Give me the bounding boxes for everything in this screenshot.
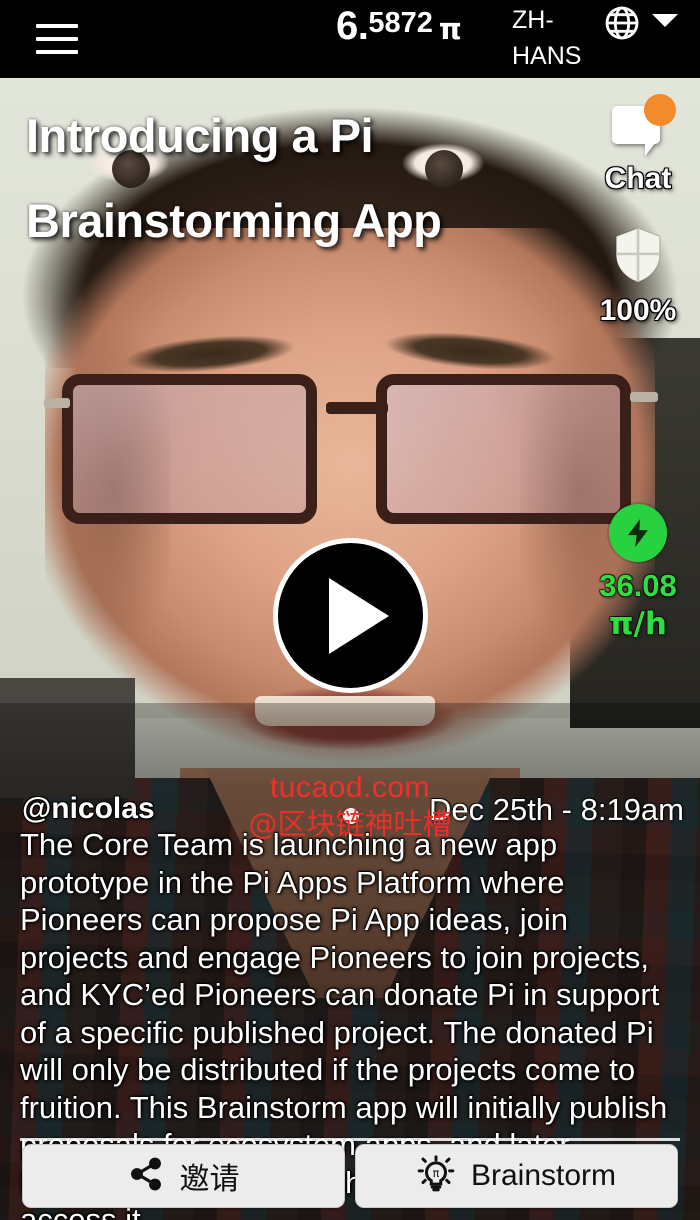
language-label[interactable]: ZH-HANS (512, 2, 598, 74)
hamburger-line (36, 24, 78, 28)
action-bar-divider (20, 1138, 680, 1141)
pi-balance[interactable]: 6. 5872 π (336, 4, 462, 48)
action-bar: 邀请 π Brainstorm (0, 1144, 700, 1212)
chat-unread-badge (644, 94, 676, 126)
top-bar: 6. 5872 π ZH-HANS (0, 0, 700, 78)
chevron-down-icon[interactable] (652, 14, 678, 27)
right-action-rail: Chat 100% 36.08 π/h (576, 78, 700, 642)
brainstorm-button-label: Brainstorm (470, 1159, 617, 1192)
balance-fraction: 5872 (368, 7, 433, 39)
pi-symbol: π (438, 12, 462, 46)
security-percentage: 100% (599, 294, 677, 327)
brainstorm-button[interactable]: π Brainstorm (355, 1144, 678, 1208)
invite-button[interactable]: 邀请 (22, 1144, 345, 1208)
globe-icon[interactable] (602, 3, 642, 43)
svg-text:π: π (433, 1167, 440, 1180)
play-triangle (328, 577, 389, 654)
security-circle-button[interactable]: 100% (576, 222, 700, 328)
author-handle[interactable]: @nicolas (22, 792, 155, 826)
page-title: Introducing a Pi Brainstorming App (26, 109, 442, 247)
invite-button-label: 邀请 (179, 1162, 240, 1197)
lightning-bolt-icon (609, 504, 667, 562)
mining-rate-unit: π/h (609, 605, 667, 642)
pi-network-app-screen: 6. 5872 π ZH-HANS Introducing a Pi Brain… (0, 0, 700, 1220)
shield-icon (576, 222, 700, 292)
photo-glasses-bridge (326, 402, 388, 414)
chat-button[interactable]: Chat (576, 92, 700, 196)
chat-bubble-icon (576, 92, 700, 160)
share-icon (128, 1156, 164, 1197)
hamburger-menu-icon[interactable] (36, 18, 80, 60)
post-timestamp: Dec 25th - 8:19am (428, 792, 684, 827)
lightbulb-icon: π (417, 1154, 455, 1198)
mining-rate-display[interactable]: 36.08 π/h (576, 504, 700, 642)
hamburger-line (36, 50, 78, 54)
hamburger-line (36, 37, 78, 41)
play-button-icon[interactable] (273, 538, 428, 693)
balance-integer: 6. (336, 4, 369, 48)
chat-label: Chat (604, 162, 672, 195)
mining-rate-value: 36.08 (599, 568, 677, 603)
photo-glasses-temple-left (44, 398, 70, 408)
post-media-area[interactable]: Introducing a Pi Brainstorming App Chat … (0, 78, 700, 1220)
photo-lens-left (62, 374, 317, 524)
